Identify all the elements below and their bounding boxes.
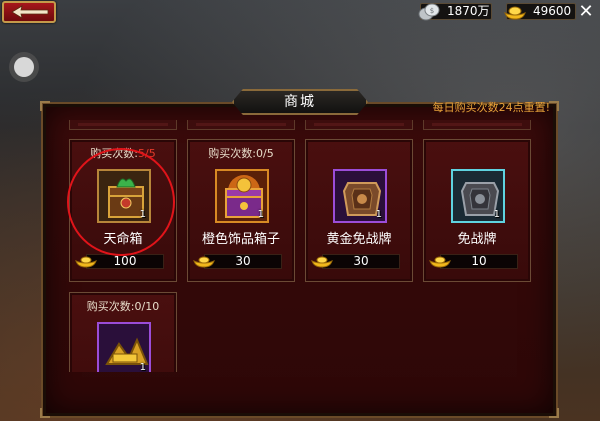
item-thumbnail[interactable]: 1 xyxy=(97,169,151,223)
purchase-limit-label: 购买次数: xyxy=(90,147,138,160)
purchase-limit-bought: 5 xyxy=(138,147,145,160)
silver-amount: 1870万 xyxy=(447,4,490,18)
purchase-limit-label: 购买次数: xyxy=(86,300,135,313)
purchase-limit-max: 5 xyxy=(266,147,274,160)
item-quantity: 1 xyxy=(493,209,500,220)
panel-corner-ornament xyxy=(40,408,50,418)
shop-item-card-partial[interactable]: 购买次数:0/10 1 xyxy=(69,292,177,372)
price-bar: 10 xyxy=(429,254,518,269)
shop-item-card[interactable]: 1 免战牌 10 xyxy=(423,139,531,282)
item-name: 黄金免战牌 xyxy=(326,232,392,247)
purchase-limit-max: 5 xyxy=(148,147,156,160)
purchase-limit: 购买次数:0/10 xyxy=(70,300,176,314)
scrolled-card-edge xyxy=(423,120,531,130)
item-name: 天命箱 xyxy=(103,232,143,247)
panel-corner-ornament xyxy=(549,101,559,111)
item-price: 30 xyxy=(235,254,251,268)
item-name: 免战牌 xyxy=(457,232,497,247)
top-bar: $ 1870万 49600 ✕ xyxy=(0,0,600,26)
silver-coin-icon: $ xyxy=(418,3,440,21)
svg-text:$: $ xyxy=(430,7,434,15)
item-thumbnail[interactable]: 1 xyxy=(451,169,505,223)
scrolled-card-edge xyxy=(305,120,413,130)
item-price: 30 xyxy=(353,254,369,268)
panel-corner-ornament xyxy=(549,408,559,418)
shop-title: 商城 xyxy=(284,94,316,110)
purchase-limit-max: 10 xyxy=(145,300,160,313)
back-button[interactable] xyxy=(2,1,56,23)
panel-corner-ornament xyxy=(40,101,50,111)
back-arrow-icon xyxy=(11,5,49,19)
purchase-limit-label: 购买次数: xyxy=(208,147,256,160)
price-bar: 30 xyxy=(193,254,282,269)
silver-counter: $ 1870万 xyxy=(418,3,492,21)
daily-reset-note: 每日购买次数24点重置! xyxy=(432,101,550,114)
shop-item-card[interactable]: 购买次数:0/10 1 xyxy=(69,292,177,372)
item-quantity: 1 xyxy=(257,209,264,220)
gold-counter: 49600 xyxy=(504,3,576,20)
item-quantity: 1 xyxy=(139,362,146,372)
price-bar: 30 xyxy=(311,254,400,269)
item-name: 橙色饰品箱子 xyxy=(201,232,280,247)
price-bar: 100 xyxy=(75,254,164,269)
item-quantity: 1 xyxy=(139,209,146,220)
item-thumbnail[interactable]: 1 xyxy=(97,322,151,372)
purchase-limit-bought: 0 xyxy=(134,300,142,313)
shop-item-card[interactable]: 购买次数:0/5 1 橙色饰品箱子 30 xyxy=(187,139,295,282)
purchase-limit: 购买次数:0/5 xyxy=(188,147,294,161)
gold-ingot-icon xyxy=(504,6,526,20)
shop-item-card[interactable]: 购买次数:5/5 1 天命箱 100 xyxy=(69,139,177,282)
item-quantity: 1 xyxy=(375,209,382,220)
item-price: 10 xyxy=(471,254,487,268)
close-icon[interactable]: ✕ xyxy=(576,2,596,22)
purchase-limit-bought: 0 xyxy=(256,147,263,160)
gold-amount: 49600 xyxy=(533,4,572,18)
purchase-limit: 购买次数:5/5 xyxy=(70,147,176,161)
shop-item-card[interactable]: 1 黄金免战牌 30 xyxy=(305,139,413,282)
item-price: 100 xyxy=(113,254,137,268)
floating-assist-button[interactable] xyxy=(9,52,39,82)
item-thumbnail[interactable]: 1 xyxy=(333,169,387,223)
item-thumbnail[interactable]: 1 xyxy=(215,169,269,223)
scrolled-card-edge xyxy=(187,120,295,130)
scrolled-card-edge xyxy=(69,120,177,130)
